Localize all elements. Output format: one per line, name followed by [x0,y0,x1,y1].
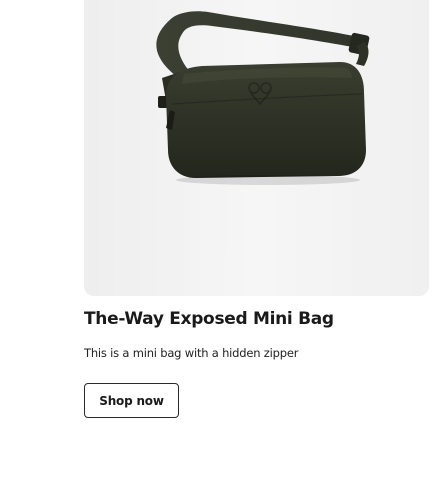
product-card: The-Way Exposed Mini Bag This is a mini … [84,0,437,496]
product-description: This is a mini bag with a hidden zipper [84,346,299,360]
product-title: The-Way Exposed Mini Bag [84,309,334,329]
shop-now-button[interactable]: Shop now [84,383,179,418]
product-image[interactable] [84,0,429,296]
belt-bag-image [84,0,429,296]
